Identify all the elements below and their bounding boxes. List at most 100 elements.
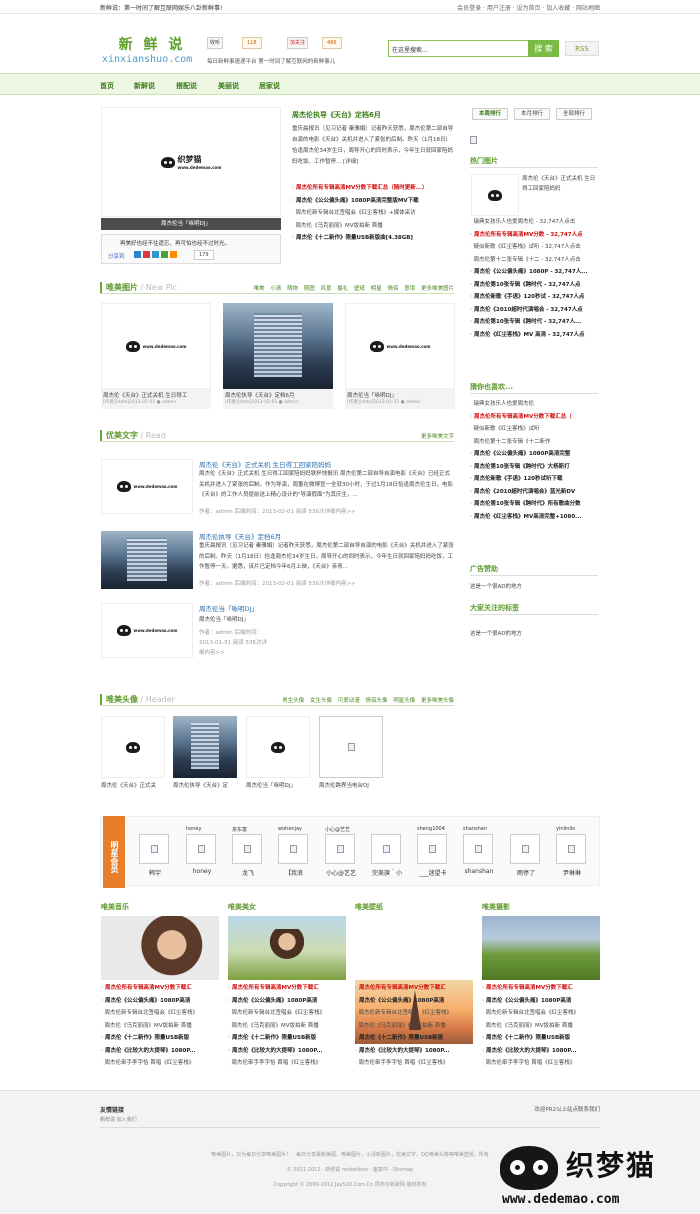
avatar-caption[interactable]: 周杰伦当「咏明DJ」: [246, 781, 310, 789]
like-item[interactable]: 周杰伦所有专辑高清MV分数下载汇总（: [470, 411, 600, 424]
col-link[interactable]: 周杰伦《比较大的大提琴》1080P...: [482, 1045, 600, 1058]
col-link[interactable]: 周杰伦牵手李字恰 首唱《红尘客栈》: [228, 1057, 346, 1070]
rank-item[interactable]: 周杰伦《2010超时代演唱会 - 32,747人点: [470, 304, 600, 317]
article-meta[interactable]: 作者：admin 后端时间：2013-01-31 阅读 536次详细内容>>: [199, 628, 269, 658]
share-label[interactable]: 分享到: [108, 252, 125, 260]
article-thumb[interactable]: www.dedemao.com: [101, 603, 193, 658]
member-card[interactable]: 京东富 龙飞: [232, 826, 264, 877]
feature-slide-image[interactable]: 织梦猫 www.dedemao.com: [101, 107, 281, 217]
weibo-icon[interactable]: [143, 251, 150, 258]
col-link[interactable]: 周杰伦牵手李字恰 首唱《红尘客栈》: [355, 1057, 473, 1070]
col-link[interactable]: 周杰伦新专辑台北签唱会《红尘客栈》: [101, 1007, 219, 1020]
rank-item[interactable]: 周杰伦《公公偏头痛》1080P - 32,747人...: [470, 266, 600, 279]
avatar-thumb[interactable]: [246, 716, 310, 778]
like-item[interactable]: 周杰伦第10张专辑《跨时代》所有歌曲分数: [470, 498, 600, 511]
col-link[interactable]: 周杰伦《十二新作》限量USB新版: [228, 1032, 346, 1045]
top-links[interactable]: 会员登录 · 用户注册 · 设为首页 · 加入收藏 · 网站地图: [457, 3, 600, 12]
member-card[interactable]: yinlinlin 尹琳琳: [556, 826, 588, 877]
search-button[interactable]: 搜 索: [528, 40, 559, 57]
more-share-icon[interactable]: [170, 251, 177, 258]
pic-thumb[interactable]: www.dedemao.com: [345, 303, 455, 389]
rank-item[interactable]: 周杰伦第十二张专辑《十二 - 32,747人点击: [470, 254, 600, 267]
like-item[interactable]: 周杰伦《公公偏头痛》1080P高清完整: [470, 448, 600, 461]
avatar-thumb[interactable]: [319, 716, 383, 778]
avatar-caption[interactable]: 周杰伦跨界当电台DJ: [319, 781, 389, 789]
like-item[interactable]: 周杰伦第10张专辑《跨时代》大杨斯打: [470, 461, 600, 474]
avatar-tags[interactable]: 男生头像 女生头像 可爱动漫 情侣头像 明星头像 更多唯美头像: [282, 696, 454, 704]
article-meta[interactable]: 作者：admin 后端时间：2013-02-01 阅读 536次详细内容>>: [199, 579, 356, 587]
nav-jujia[interactable]: 居家说: [259, 81, 280, 91]
col-link[interactable]: 周杰伦《公公偏头痛》1080P高清: [482, 995, 600, 1008]
nav-home[interactable]: 首页: [100, 81, 114, 91]
article-title[interactable]: 周杰伦《天台》正式关机 生日得工回家陪妈妈: [199, 459, 331, 469]
rank-item[interactable]: 瑞典女孩乐人也爱周杰伦 - 32,747人点击: [470, 216, 600, 229]
hot-pic-text[interactable]: 周杰伦《天台》正式关机 生日得工回家陪妈妈: [522, 175, 598, 194]
like-item[interactable]: 周杰伦第十二张专辑《十二新作: [470, 436, 600, 449]
tencent-follow-button[interactable]: 收听: [207, 37, 224, 49]
rank-item[interactable]: 周杰伦所有专辑高清MV分数 - 32,747人点: [470, 229, 600, 242]
member-card[interactable]: 雨停了: [510, 826, 542, 877]
col-title-beauty[interactable]: 唯美美女: [228, 902, 256, 912]
rank-item[interactable]: 疑似新歌《红尘客栈》试听 - 32,747人点击: [470, 241, 600, 254]
like-item[interactable]: 周杰伦《红尘客栈》MV高清完整+1080...: [470, 511, 600, 524]
feature-link[interactable]: 周杰伦所有专辑高清MV分数下载汇总（随时更新...）: [292, 182, 454, 195]
article-title[interactable]: 周杰伦执导《天台》定档6月: [199, 531, 281, 541]
member-card[interactable]: 小心@艺艺 小心@艺艺: [325, 826, 357, 877]
article-meta[interactable]: 作者：admin 后端时间：2013-02-01 阅读 536次详细内容>>: [199, 507, 356, 515]
pics-tags[interactable]: 唯美 小清 萌物 萌图 风景 摄礼 壁纸 明星 情侣 意境 更多唯美图片: [254, 284, 455, 292]
photo-cover-image[interactable]: [482, 916, 600, 980]
col-link[interactable]: 周杰伦所有专辑高清MV分数下载汇: [101, 982, 219, 995]
member-card[interactable]: wohenjay 【我浪: [278, 826, 310, 877]
col-link[interactable]: 周杰伦《比较大的大提琴》1080P...: [355, 1045, 473, 1058]
music-cover-image[interactable]: [101, 916, 219, 980]
member-card[interactable]: 完美旗＾小: [371, 826, 403, 877]
col-title-wallpaper[interactable]: 唯美壁纸: [355, 902, 383, 912]
col-link[interactable]: 周杰伦《乌克丽丽》MV饭拍新 首播: [482, 1020, 600, 1033]
slide-caption[interactable]: 周杰伦当「咏明DJ」: [101, 218, 281, 230]
col-link[interactable]: 周杰伦《乌克丽丽》MV饭拍新 首播: [228, 1020, 346, 1033]
footer-contact[interactable]: 欢迎PR2以上站点联系我们: [534, 1105, 600, 1113]
col-link[interactable]: 周杰伦牵手李字恰 首唱《红尘客栈》: [482, 1057, 600, 1070]
feature-link[interactable]: 周杰伦《十二新作》限量USB新版曲[4.38GB]: [292, 232, 454, 245]
pic-thumb[interactable]: [223, 303, 333, 389]
footer-line2[interactable]: © 2011-2012 · 新鲜说 moketlove · 备案中 · Site…: [150, 1166, 550, 1173]
tab-month-rank[interactable]: 本月排行: [514, 108, 550, 120]
nav-xinxian[interactable]: 新鲜说: [134, 81, 155, 91]
rank-item[interactable]: 周杰伦《红尘客栈》MV 高清 - 32,747人点: [470, 329, 600, 342]
qzone-icon[interactable]: [134, 251, 141, 258]
pic-caption[interactable]: 周杰伦当「咏明DJ」 [作者][date]2013-01-31 ● admin: [345, 389, 455, 409]
col-link[interactable]: 周杰伦《比较大的大提琴》1080P...: [228, 1045, 346, 1058]
feature-link[interactable]: 周杰伦新专辑台北签唱会《红尘客栈》+媒体采访: [292, 207, 454, 220]
col-link[interactable]: 周杰伦《公公偏头痛》1080P高清: [355, 995, 473, 1008]
col-link[interactable]: 周杰伦《乌克丽丽》MV饭拍新 首播: [355, 1020, 473, 1033]
avatar-caption[interactable]: 周杰伦执导《天台》定: [173, 781, 237, 789]
site-logo[interactable]: 新 鲜 说 xinxianshuo.com: [102, 34, 202, 65]
nav-dapei[interactable]: 搭配说: [176, 81, 197, 91]
col-link[interactable]: 周杰伦所有专辑高清MV分数下载汇: [355, 982, 473, 995]
sidebar-ad-image[interactable]: [470, 136, 477, 144]
text-more[interactable]: 更多唯美文字: [421, 432, 454, 440]
hot-pic-thumb[interactable]: [471, 174, 519, 216]
friend-links[interactable]: 新鲜说 加入我们: [100, 1116, 137, 1123]
rss-button[interactable]: RSS: [565, 41, 599, 56]
col-link[interactable]: 周杰伦所有专辑高清MV分数下载汇: [228, 982, 346, 995]
col-link[interactable]: 周杰伦《乌克丽丽》MV饭拍新 首播: [101, 1020, 219, 1033]
col-link[interactable]: 周杰伦《公公偏头痛》1080P高清: [228, 995, 346, 1008]
like-item[interactable]: 周杰伦新歌《手语》120秒试听下载: [470, 473, 600, 486]
member-card[interactable]: 韩宇: [139, 826, 171, 877]
col-link[interactable]: 周杰伦《十二新作》限量USB新版: [482, 1032, 600, 1045]
article-title[interactable]: 周杰伦当「咏明DJ」: [199, 603, 258, 613]
article-thumb[interactable]: www.dedemao.com: [101, 459, 193, 514]
avatar-caption[interactable]: 周杰伦《天台》正式关: [101, 781, 165, 789]
member-card[interactable]: sheng1004 ___迷望卡: [417, 826, 449, 877]
col-link[interactable]: 周杰伦牵手李字恰 首唱《红尘客栈》: [101, 1057, 219, 1070]
avatar-thumb[interactable]: [173, 716, 237, 778]
member-card[interactable]: shanshan shanshan: [463, 826, 495, 875]
col-link[interactable]: 周杰伦《公公偏头痛》1080P高清: [101, 995, 219, 1008]
feature-link[interactable]: 周杰伦《公公偏头痛》1080P高清完整版MV下载: [292, 195, 454, 208]
col-link[interactable]: 周杰伦新专辑台北签唱会《红尘客栈》: [228, 1007, 346, 1020]
tqq-icon[interactable]: [152, 251, 159, 258]
pic-caption[interactable]: 周杰伦《天台》正式关机 生日得工 [作者][date]2013-02-01 ● a…: [101, 389, 211, 409]
like-item[interactable]: 疑似新歌《红尘客栈》试听: [470, 423, 600, 436]
col-link[interactable]: 周杰伦《比较大的大提琴》1080P...: [101, 1045, 219, 1058]
